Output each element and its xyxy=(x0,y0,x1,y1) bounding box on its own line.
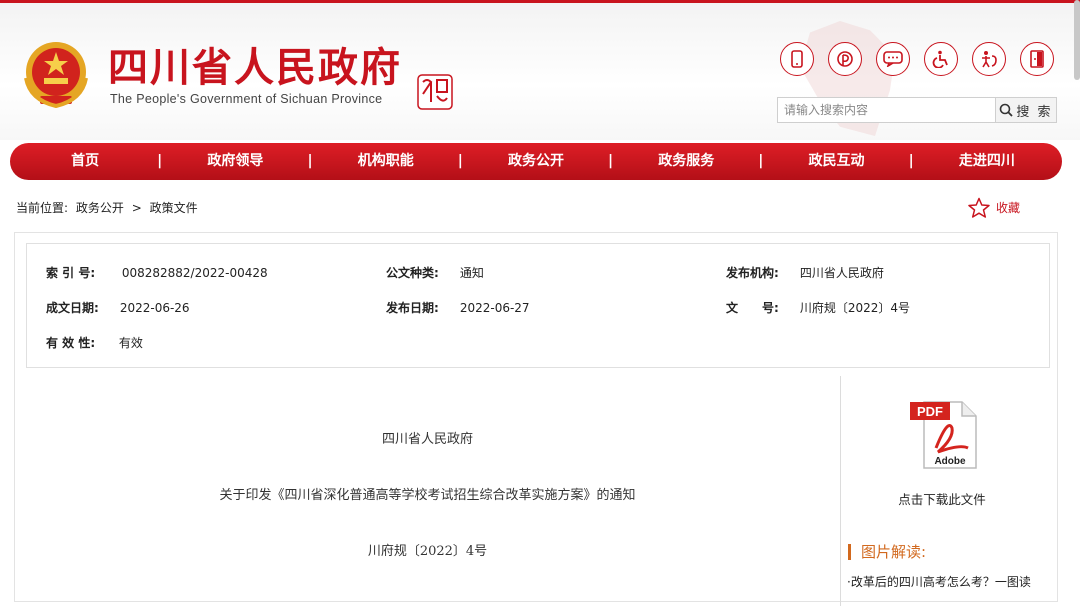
breadcrumb-item-policy-docs[interactable]: 政策文件 xyxy=(150,201,198,215)
header-icon-bar xyxy=(778,42,1058,82)
meta-validity: 有 效 性: 有效 xyxy=(46,334,143,351)
meta-doc-number: 文 号: 川府规〔2022〕4号 xyxy=(726,299,910,316)
meta-index-label: 索 引 号: xyxy=(46,266,96,280)
meta-publisher-label: 发布机构: xyxy=(726,266,779,280)
meta-doc-number-label: 文 号: xyxy=(726,301,779,315)
search-button[interactable]: 搜 索 xyxy=(995,98,1056,122)
download-file-link[interactable]: 点击下载此文件 xyxy=(841,489,1043,508)
meta-validity-value: 有效 xyxy=(118,336,143,350)
document-title: 关于印发《四川省深化普通高等学校考试招生综合改革实施方案》的通知 xyxy=(219,488,636,503)
site-title: 四川省人民政府 xyxy=(108,45,402,91)
collect-button[interactable]: 收藏 xyxy=(968,197,1020,218)
meta-publisher-value: 四川省人民政府 xyxy=(799,266,884,280)
mobile-icon[interactable] xyxy=(780,42,814,76)
breadcrumb-item-gov-affairs[interactable]: 政务公开 xyxy=(76,201,124,215)
search-icon xyxy=(1000,103,1014,117)
nav-item-about-sichuan[interactable]: 走进四川 xyxy=(912,143,1062,180)
nav-item-gov-affairs[interactable]: 政务公开 xyxy=(461,143,613,180)
document-number: 川府规〔2022〕4号 xyxy=(367,544,488,559)
meta-publisher: 发布机构: 四川省人民政府 xyxy=(726,264,884,281)
breadcrumb-separator: > xyxy=(131,201,142,215)
picture-interpretation-link[interactable]: ·改革后的四川高考怎么考？一图读 xyxy=(847,573,1031,590)
main-nav: 首页 政府领导 机构职能 政务公开 政务服务 政民互动 走进四川 xyxy=(10,143,1062,180)
document-issuer: 四川省人民政府 xyxy=(381,432,473,447)
picture-interpretation-title: 图片解读: xyxy=(848,544,926,560)
weibo-icon[interactable] xyxy=(828,42,862,76)
meta-doc-number-value: 川府规〔2022〕4号 xyxy=(799,301,911,315)
content-area: 索 引 号: 008282882/2022-00428 公文种类: 通知 发布机… xyxy=(14,232,1058,606)
nav-item-interaction[interactable]: 政民互动 xyxy=(761,143,914,180)
message-icon[interactable] xyxy=(876,42,910,76)
document-metadata: 索 引 号: 008282882/2022-00428 公文种类: 通知 发布机… xyxy=(26,243,1050,368)
exit-icon[interactable] xyxy=(1020,42,1054,76)
meta-written-date: 成文日期: 2022-06-26 xyxy=(46,299,190,316)
page-scrollbar[interactable] xyxy=(1074,0,1080,80)
search-button-label: 搜 索 xyxy=(1016,104,1053,120)
search-box: 搜 索 xyxy=(777,97,1057,123)
meta-written-date-value: 2022-06-26 xyxy=(119,301,190,315)
meta-doc-type-label: 公文种类: xyxy=(386,266,439,280)
svg-text:PDF: PDF xyxy=(917,404,943,419)
meta-written-date-label: 成文日期: xyxy=(46,301,99,315)
nav-item-services[interactable]: 政务服务 xyxy=(611,143,763,180)
breadcrumb-prefix: 当前位置: xyxy=(16,201,69,215)
search-input[interactable] xyxy=(778,98,1008,122)
breadcrumb: 当前位置: 政务公开 > 政策文件 xyxy=(16,199,202,216)
star-icon xyxy=(968,197,990,218)
elderly-care-icon[interactable] xyxy=(972,42,1006,76)
meta-index: 索 引 号: 008282882/2022-00428 xyxy=(46,264,268,281)
nav-item-home[interactable]: 首页 xyxy=(10,143,162,180)
nav-item-institutions[interactable]: 机构职能 xyxy=(311,143,463,180)
site-subtitle: The People's Government of Sichuan Provi… xyxy=(110,92,383,106)
meta-publish-date: 发布日期: 2022-06-27 xyxy=(386,299,530,316)
meta-publish-date-label: 发布日期: xyxy=(386,301,439,315)
meta-validity-label: 有 效 性: xyxy=(46,336,96,350)
meta-doc-type: 公文种类: 通知 xyxy=(386,264,484,281)
nav-item-leaders[interactable]: 政府领导 xyxy=(160,143,312,180)
accessibility-icon[interactable] xyxy=(924,42,958,76)
pdf-download-icon[interactable]: PDF Adobe xyxy=(910,398,980,470)
national-emblem-icon xyxy=(24,42,88,109)
collect-label: 收藏 xyxy=(996,201,1021,215)
meta-index-value: 008282882/2022-00428 xyxy=(121,266,268,280)
china-seal-logo xyxy=(417,74,453,110)
meta-doc-type-value: 通知 xyxy=(459,266,484,280)
svg-text:Adobe: Adobe xyxy=(934,456,966,467)
meta-publish-date-value: 2022-06-27 xyxy=(459,301,530,315)
